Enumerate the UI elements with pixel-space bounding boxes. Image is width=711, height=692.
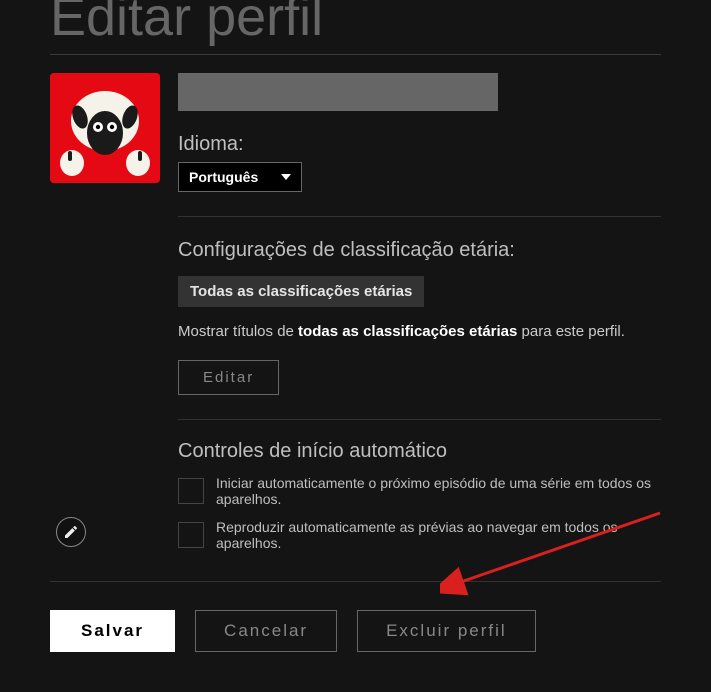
- autoplay-next-episode-label: Iniciar automaticamente o próximo episód…: [216, 475, 661, 507]
- delete-profile-button[interactable]: Excluir perfil: [357, 610, 536, 652]
- maturity-text-suffix: para este perfil.: [517, 323, 625, 340]
- cancel-button[interactable]: Cancelar: [195, 610, 337, 652]
- maturity-text-bold: todas as classificações etárias: [298, 323, 517, 340]
- page-title: Editar perfil: [50, 0, 661, 48]
- autoplay-next-episode-checkbox[interactable]: [178, 478, 204, 504]
- autoplay-previews-checkbox[interactable]: [178, 522, 204, 548]
- avatar-sheep-icon: [50, 73, 160, 183]
- autoplay-previews-label: Reproduzir automaticamente as prévias ao…: [216, 519, 661, 551]
- profile-name-input[interactable]: [178, 73, 498, 111]
- divider-section-2: [178, 419, 661, 420]
- maturity-heading: Configurações de classificação etária:: [178, 239, 661, 262]
- maturity-description: Mostrar títulos de todas as classificaçõ…: [178, 323, 661, 340]
- divider-section-1: [178, 216, 661, 217]
- chevron-down-icon: [281, 174, 291, 180]
- divider-footer: [50, 581, 661, 582]
- edit-avatar-button[interactable]: [56, 517, 86, 547]
- save-button[interactable]: Salvar: [50, 610, 175, 652]
- pencil-icon: [63, 524, 79, 540]
- maturity-text-prefix: Mostrar títulos de: [178, 323, 298, 340]
- maturity-badge: Todas as classificações etárias: [178, 276, 424, 307]
- divider-main: [50, 54, 661, 55]
- profile-avatar[interactable]: [50, 73, 160, 183]
- edit-maturity-button[interactable]: Editar: [178, 360, 279, 395]
- language-select[interactable]: Português: [178, 162, 302, 192]
- language-label: Idioma:: [178, 133, 661, 156]
- autoplay-heading: Controles de início automático: [178, 440, 661, 463]
- language-selected-value: Português: [189, 169, 258, 185]
